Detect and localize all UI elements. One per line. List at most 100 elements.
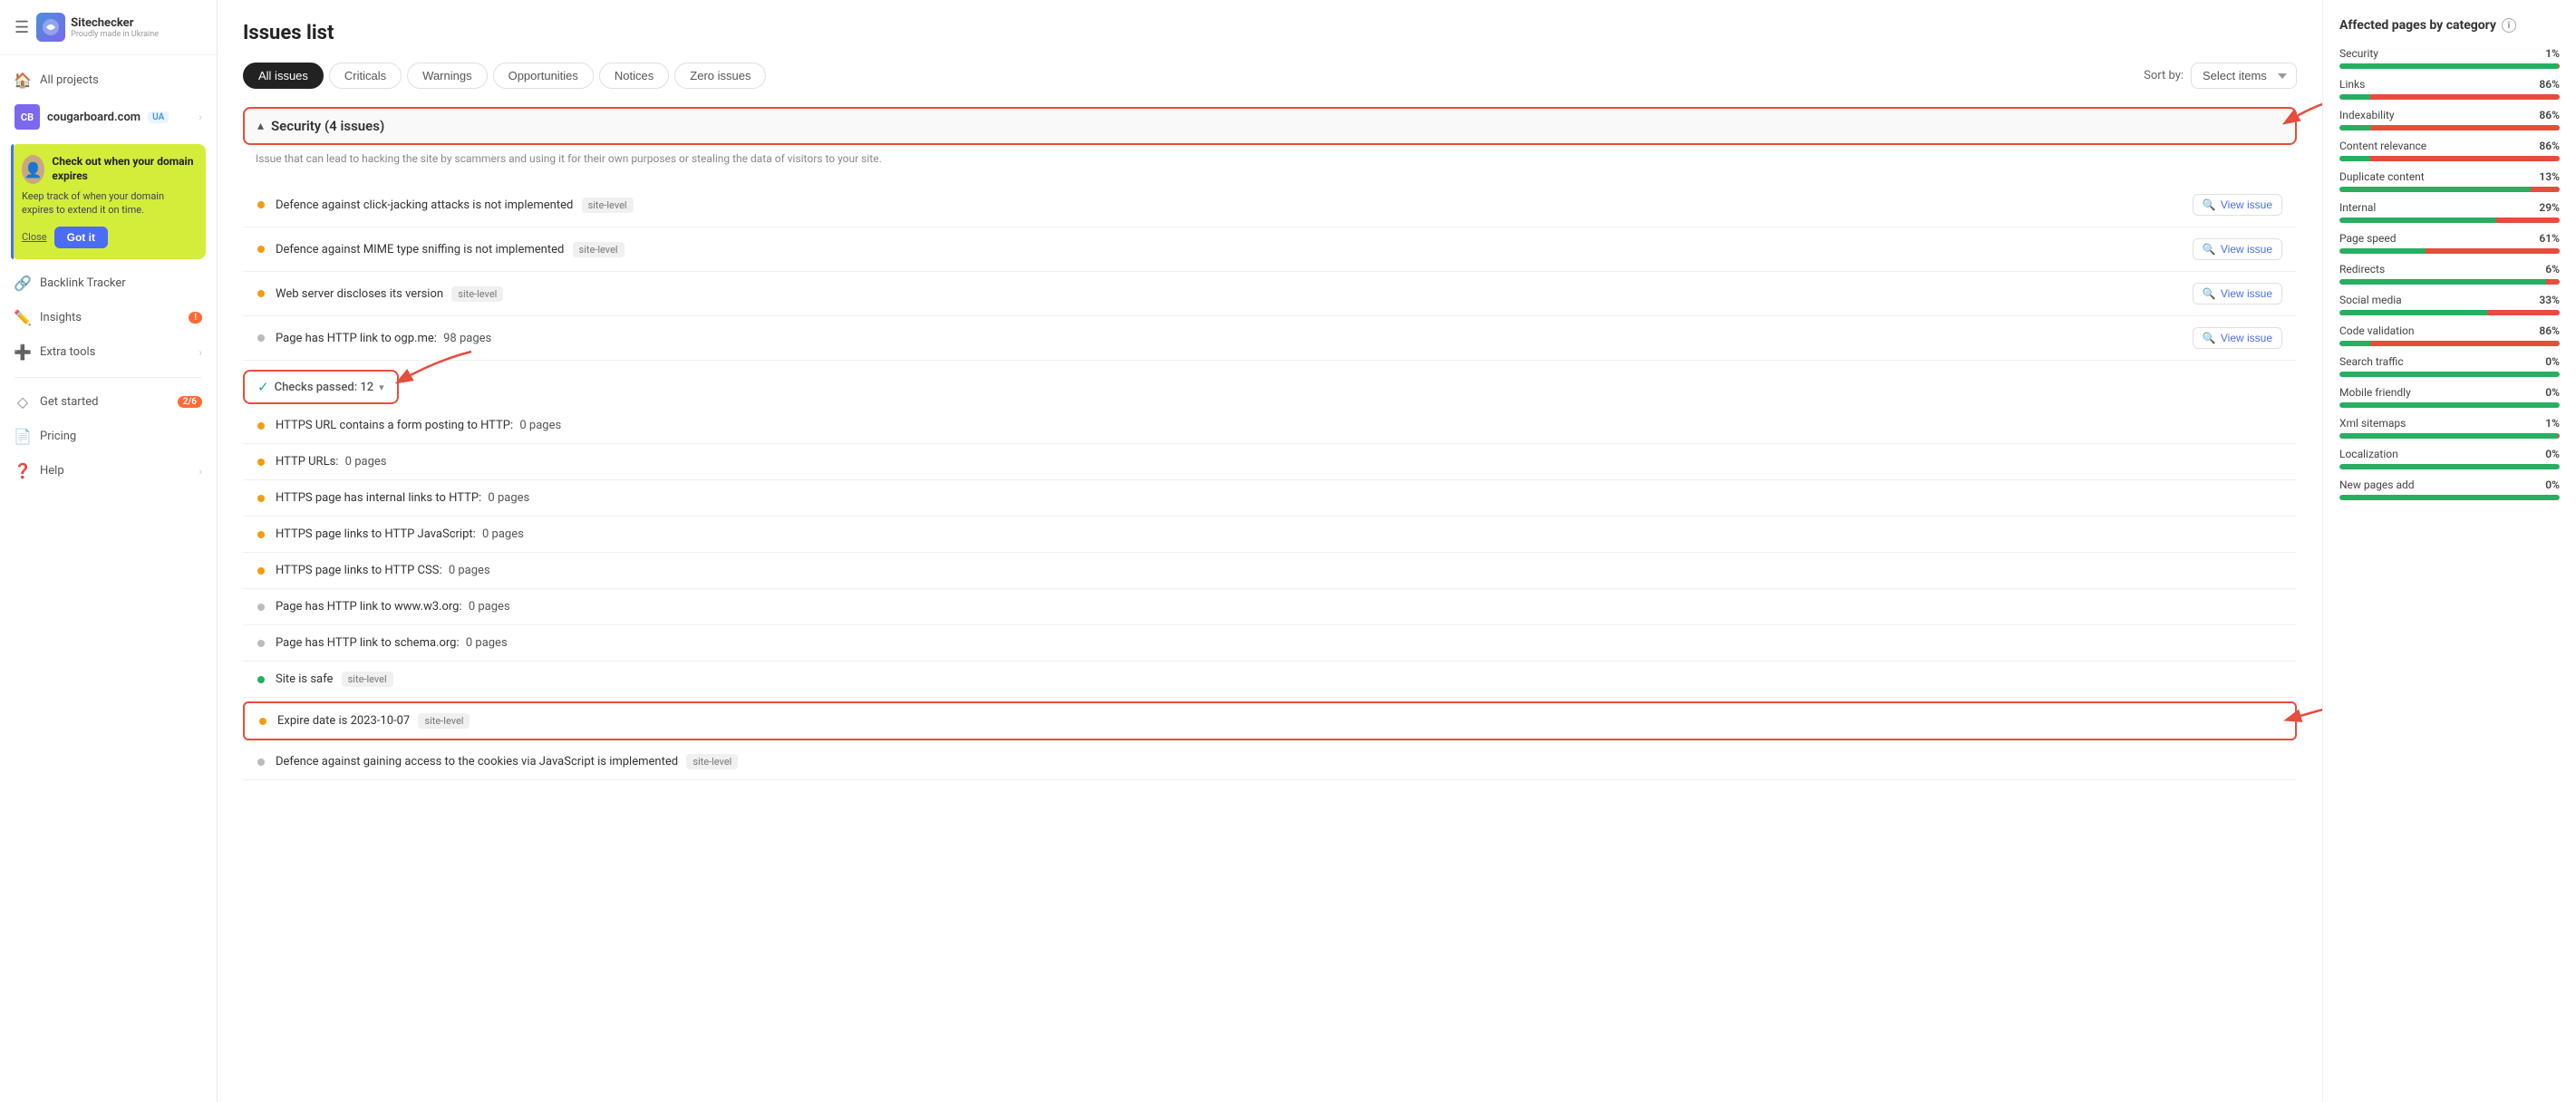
category-item: Content relevance86% [2339,140,2560,161]
category-percentage: 86% [2539,109,2560,121]
category-item: Xml sitemaps1% [2339,417,2560,439]
insights-icon: ✏️ [15,310,31,326]
help-icon: ❓ [15,463,31,479]
category-percentage: 6% [2545,263,2560,276]
sidebar-item-extra-tools[interactable]: ➕ Extra tools › [0,335,217,370]
sidebar-item-label: Extra tools [40,345,189,359]
progress-bar [2339,402,2560,408]
issue-name: Web server discloses its version site-le… [276,287,2182,301]
category-item: Duplicate content13% [2339,170,2560,192]
view-issue-button[interactable]: 🔍 View issue [2193,327,2282,349]
view-issue-button[interactable]: 🔍 View issue [2193,194,2282,216]
security-section-description: Issue that can lead to hacking the site … [243,147,2297,170]
category-item: Social media33% [2339,294,2560,315]
issue-name: Defence against gaining access to the co… [276,755,2282,768]
category-name: New pages add [2339,478,2415,491]
issue-name: HTTPS URL contains a form posting to HTT… [276,419,2282,432]
category-item: Links86% [2339,78,2560,100]
category-percentage: 86% [2539,78,2560,91]
category-name: Redirects [2339,263,2385,276]
sidebar-item-insights[interactable]: ✏️ Insights ! [0,301,217,335]
issue-name: HTTPS page has internal links to HTTP: 0… [276,491,2282,505]
notification-got-it-button[interactable]: Got it [54,227,108,248]
passed-issue-schema: Page has HTTP link to schema.org: 0 page… [243,625,2297,662]
tab-notices[interactable]: Notices [599,63,669,89]
insights-badge: ! [189,312,202,324]
category-item: Indexability86% [2339,109,2560,130]
category-name: Security [2339,47,2378,60]
sidebar-item-pricing[interactable]: 📄 Pricing [0,420,217,454]
search-icon: 🔍 [2203,287,2216,300]
issue-name: Page has HTTP link to schema.org: 0 page… [276,636,2282,650]
tab-all-issues[interactable]: All issues [243,63,324,89]
issue-row-ogp: Page has HTTP link to ogp.me: 98 pages 🔍… [243,316,2297,361]
category-item: Internal 29% [2339,201,2560,223]
logo-icon [36,13,65,42]
bar-red-segment [2370,94,2560,100]
passed-issue-site-safe: Site is safe site-level [243,662,2297,698]
severity-dot [257,567,265,575]
view-issue-button[interactable]: 🔍 View issue [2193,238,2282,260]
sort-select[interactable]: Select itemsIssue namePages countSeverit… [2191,63,2297,89]
notification-border [11,144,14,259]
get-started-badge: 2/6 [178,396,202,408]
sidebar-item-label: Insights [40,311,179,324]
security-section-header[interactable]: ▴ Security (4 issues) [243,107,2297,145]
tab-warnings[interactable]: Warnings [407,63,487,89]
domain-icon: CB [15,104,40,130]
plus-icon: ➕ [15,344,31,361]
severity-dot [257,531,265,538]
progress-bar [2339,218,2560,223]
domain-badge: UA [148,111,169,123]
notification-avatar: 👤 [22,155,44,184]
bar-green-segment [2339,94,2370,100]
category-percentage: 1% [2545,47,2560,60]
category-percentage: 0% [2545,355,2560,368]
category-percentage: 0% [2545,448,2560,460]
notification-close-link[interactable]: Close [22,231,47,243]
passed-issue-w3org: Page has HTTP link to www.w3.org: 0 page… [243,589,2297,625]
severity-dot [257,495,265,502]
passed-issues-list: HTTPS URL contains a form posting to HTT… [243,408,2297,780]
issue-tag: site-level [686,754,738,769]
progress-bar [2339,187,2560,192]
checks-passed-toggle[interactable]: ✓ Checks passed: 12 ▾ [243,370,399,404]
category-name: Search traffic [2339,355,2404,368]
view-issue-button[interactable]: 🔍 View issue [2193,283,2282,304]
menu-icon[interactable]: ☰ [15,18,29,37]
sidebar-item-all-projects[interactable]: 🏠 All projects [0,63,217,97]
category-item: Redirects 6% [2339,263,2560,285]
logo: Sitechecker Proudly made in Ukraine [36,13,159,42]
tab-zero-issues[interactable]: Zero issues [674,63,766,89]
category-percentage: 13% [2539,170,2560,183]
category-percentage: 0% [2545,386,2560,399]
tab-criticals[interactable]: Criticals [329,63,402,89]
sidebar-item-help[interactable]: ❓ Help › [0,454,217,488]
severity-dot [257,290,265,297]
issue-tag: site-level [582,198,634,213]
sidebar-item-get-started[interactable]: ◇ Get started 2/6 [0,385,217,420]
bar-green-segment [2339,341,2370,346]
category-name: Content relevance [2339,140,2426,152]
pricing-icon: 📄 [15,429,31,445]
progress-fill-green [2339,495,2560,500]
arrow-right-icon: › [199,465,202,478]
info-icon[interactable]: i [2502,18,2516,33]
category-name: Xml sitemaps [2339,417,2406,430]
category-percentage: 29% [2539,201,2560,214]
issue-name: Defence against MIME type sniffing is no… [276,243,2182,256]
category-name: Internal [2339,201,2376,214]
sidebar-item-backlink-tracker[interactable]: 🔗 Backlink Tracker [0,266,217,301]
passed-issue-http-urls: HTTP URLs: 0 pages [243,444,2297,480]
right-panel-title: Affected pages by category i [2339,18,2560,33]
app-name: Sitechecker [71,16,159,30]
domain-expand-icon[interactable]: › [199,111,202,123]
sidebar-header: ☰ Sitechecker Proudly made in Ukraine [0,0,217,55]
issue-name: Page has HTTP link to www.w3.org: 0 page… [276,600,2282,614]
progress-bar [2339,63,2560,69]
passed-issue-cookies: Defence against gaining access to the co… [243,744,2297,780]
issues-content: Issues list All issues Criticals Warning… [218,0,2322,1102]
domain-item[interactable]: CB cougarboard.com UA › [0,97,217,137]
tab-opportunities[interactable]: Opportunities [493,63,594,89]
severity-dot [257,459,265,466]
